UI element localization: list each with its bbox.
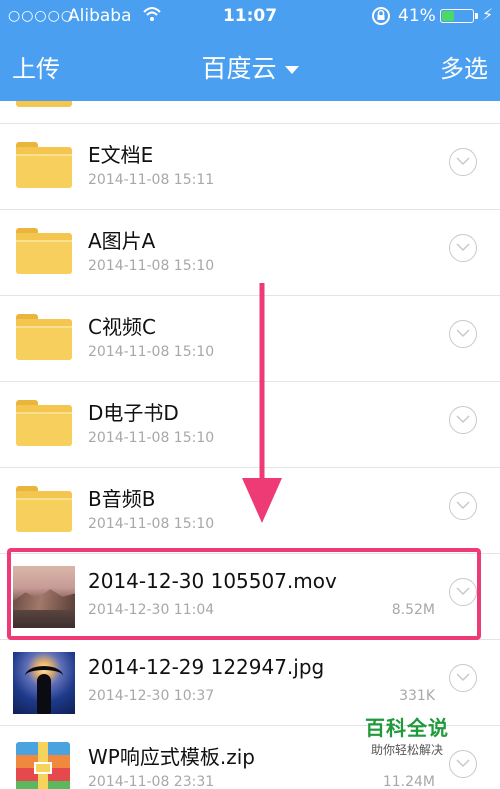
file-list[interactable]: E文档E 2014-11-08 15:11 A图片A 2014-11-08 15… (0, 101, 500, 789)
chevron-down-icon[interactable] (449, 148, 477, 176)
chevron-down-icon[interactable] (449, 664, 477, 692)
list-item[interactable]: B音频B 2014-11-08 15:10 (0, 468, 500, 554)
list-item[interactable]: WP响应式模板.zip 2014-11-08 23:31 11.24M (0, 726, 500, 789)
folder-icon (16, 486, 72, 532)
file-name: D电子书D (88, 401, 179, 425)
folder-icon (16, 314, 72, 360)
zip-archive-icon (16, 742, 70, 789)
list-item[interactable]: 2014-12-29 122947.jpg 2014-12-30 10:37 3… (0, 640, 500, 726)
multi-select-button[interactable]: 多选 (440, 49, 488, 84)
list-item[interactable]: A图片A 2014-11-08 15:10 (0, 210, 500, 296)
file-name: A图片A (88, 229, 156, 253)
file-size: 11.24M (382, 774, 435, 789)
file-date: 2014-11-08 15:10 (88, 258, 215, 274)
file-date: 2014-11-08 15:10 (88, 344, 215, 360)
battery-icon (440, 9, 478, 23)
battery-fill (442, 11, 454, 21)
chevron-down-icon[interactable] (449, 492, 477, 520)
file-name: E文档E (88, 143, 154, 167)
video-thumbnail (13, 566, 75, 628)
orientation-lock-icon (370, 5, 392, 32)
file-name: C视频C (88, 315, 156, 339)
file-date: 2014-12-30 11:04 (88, 602, 215, 618)
file-date: 2014-11-08 15:11 (88, 172, 215, 188)
file-name: 2014-12-30 105507.mov (88, 569, 337, 593)
file-name: WP响应式模板.zip (88, 745, 255, 769)
chevron-down-icon[interactable] (449, 234, 477, 262)
app-title-dropdown[interactable]: 百度云 (0, 49, 500, 85)
list-item[interactable]: E文档E 2014-11-08 15:11 (0, 124, 500, 210)
folder-icon (16, 228, 72, 274)
file-name: 2014-12-29 122947.jpg (88, 655, 325, 679)
file-name: B音频B (88, 487, 156, 511)
file-date: 2014-11-08 15:10 (88, 430, 215, 446)
battery-percent: 41% (398, 6, 436, 26)
file-date: 2014-11-08 15:10 (88, 516, 215, 532)
folder-icon (16, 142, 72, 188)
chevron-down-icon[interactable] (449, 750, 477, 778)
app-title: 百度云 (201, 54, 277, 83)
file-date: 2014-12-30 10:37 (88, 688, 215, 704)
chevron-down-icon[interactable] (449, 578, 477, 606)
nav-bar: 上传 百度云 多选 (0, 33, 500, 101)
caret-down-icon (284, 66, 299, 74)
charging-icon: ⚡ (482, 5, 494, 24)
chevron-down-icon[interactable] (449, 320, 477, 348)
chevron-down-icon[interactable] (449, 406, 477, 434)
status-bar: ○○○○○ Alibaba 11:07 41% ⚡ (0, 0, 500, 33)
list-item-partial (0, 101, 500, 124)
file-date: 2014-11-08 23:31 (88, 774, 215, 789)
folder-icon (16, 400, 72, 446)
file-size: 8.52M (391, 602, 435, 618)
list-item[interactable]: 2014-12-30 105507.mov 2014-12-30 11:04 8… (0, 554, 500, 640)
file-size: 331K (399, 688, 435, 704)
image-thumbnail (13, 652, 75, 714)
list-item[interactable]: C视频C 2014-11-08 15:10 (0, 296, 500, 382)
list-item[interactable]: D电子书D 2014-11-08 15:10 (0, 382, 500, 468)
folder-icon (16, 101, 72, 107)
